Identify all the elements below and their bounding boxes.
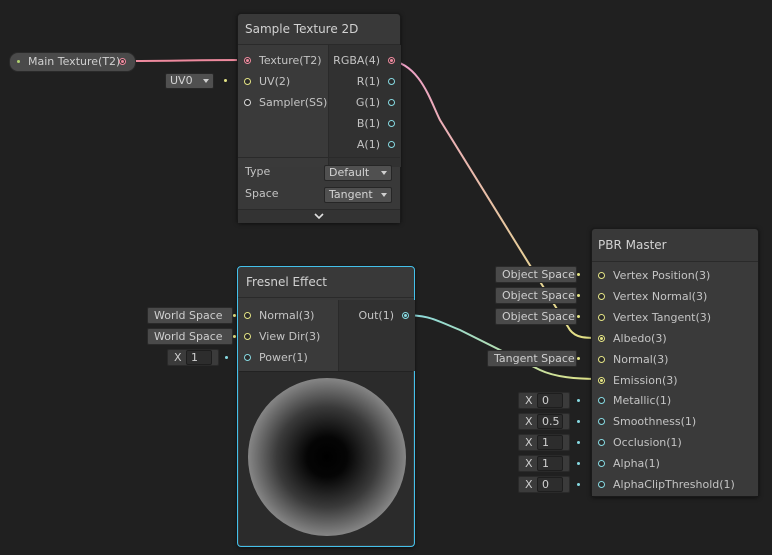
port-circle-icon: [244, 312, 251, 319]
input-port-power[interactable]: Power(1): [238, 347, 308, 368]
chevron-down-icon: [203, 79, 209, 83]
port-circle-icon: [598, 335, 605, 342]
collapse-bar[interactable]: [238, 209, 400, 223]
port-circle-icon: [388, 57, 395, 64]
pbr-normal-default[interactable]: Tangent Space: [487, 350, 577, 367]
port-circle-icon: [598, 397, 605, 404]
input-port-vertex-normal[interactable]: Vertex Normal(3): [592, 286, 707, 307]
port-circle-icon: [244, 78, 251, 85]
port-circle-icon: [598, 314, 605, 321]
pbr-occlusion-default[interactable]: X 1: [518, 434, 570, 451]
uv-connector-dot: [224, 79, 227, 82]
port-circle-icon: [598, 293, 605, 300]
pbr-metallic-connector: [577, 399, 580, 402]
pbr-vertex-position-default[interactable]: Object Space: [495, 266, 577, 283]
pbr-vertex-tangent-connector: [577, 315, 580, 318]
input-port-albedo[interactable]: Albedo(3): [592, 328, 667, 349]
input-port-vertex-position[interactable]: Vertex Position(3): [592, 265, 710, 286]
input-port-texture[interactable]: Texture(T2): [238, 50, 322, 71]
input-port-normal[interactable]: Normal(3): [592, 349, 668, 370]
input-port-normal[interactable]: Normal(3): [238, 305, 314, 326]
port-circle-icon: [388, 141, 395, 148]
settings-divider: [238, 157, 400, 158]
type-dropdown[interactable]: Default: [324, 165, 392, 181]
wire-main-texture-to-texture[interactable]: [127, 59, 249, 62]
port-circle-icon: [244, 354, 251, 361]
port-circle-icon: [598, 377, 605, 384]
input-port-emission[interactable]: Emission(3): [592, 370, 678, 391]
input-port-sampler[interactable]: Sampler(SS): [238, 92, 327, 113]
type-setting-row: Type: [245, 165, 271, 178]
sample-texture-2d-node[interactable]: Sample Texture 2D Texture(T2) UV(2) Samp…: [237, 13, 401, 223]
port-circle-icon: [598, 460, 605, 467]
output-port-a[interactable]: A(1): [357, 134, 400, 155]
pbr-vertex-normal-default[interactable]: Object Space: [495, 287, 577, 304]
input-port-occlusion[interactable]: Occlusion(1): [592, 432, 682, 453]
pbr-vertex-tangent-default[interactable]: Object Space: [495, 308, 577, 325]
pbr-smoothness-default[interactable]: X 0.5: [518, 413, 570, 430]
pbr-alpha-default[interactable]: X 1: [518, 455, 570, 472]
property-left-dot: [17, 60, 20, 63]
output-port-r[interactable]: R(1): [357, 71, 400, 92]
port-circle-icon: [388, 99, 395, 106]
port-circle-icon: [244, 57, 251, 64]
fresnel-normal-default[interactable]: World Space: [147, 307, 233, 324]
chevron-down-icon: [381, 193, 387, 197]
output-port-g[interactable]: G(1): [356, 92, 400, 113]
preview-area: [239, 371, 413, 545]
port-circle-icon: [402, 312, 409, 319]
chevron-down-icon: [381, 171, 387, 175]
input-port-uv[interactable]: UV(2): [238, 71, 290, 92]
uv-channel-value: UV0: [170, 74, 193, 87]
pbr-occlusion-connector: [577, 441, 580, 444]
port-circle-icon: [388, 78, 395, 85]
port-circle-icon: [598, 481, 605, 488]
pbr-alphaclip-connector: [577, 483, 580, 486]
output-port-rgba[interactable]: RGBA(4): [333, 50, 400, 71]
port-circle-icon: [598, 418, 605, 425]
input-port-alpha[interactable]: Alpha(1): [592, 453, 660, 474]
property-node-main-texture[interactable]: Main Texture(T2): [9, 52, 136, 72]
space-setting-row: Space: [245, 187, 279, 200]
fresnel-power-connector: [225, 356, 228, 359]
property-output-port-icon[interactable]: [119, 58, 126, 65]
fresnel-power-default[interactable]: X 1: [167, 349, 219, 366]
input-port-metallic[interactable]: Metallic(1): [592, 390, 671, 411]
output-port-out[interactable]: Out(1): [358, 305, 414, 326]
port-circle-icon: [244, 333, 251, 340]
uv-channel-dropdown[interactable]: UV0: [165, 73, 214, 89]
node-title: PBR Master: [592, 229, 758, 262]
port-circle-icon: [244, 99, 251, 106]
pbr-normal-connector: [577, 357, 580, 360]
pbr-vertex-normal-connector: [577, 294, 580, 297]
pbr-alphaclip-default[interactable]: X 0: [518, 476, 570, 493]
pbr-alpha-connector: [577, 462, 580, 465]
pbr-smoothness-connector: [577, 420, 580, 423]
fresnel-viewdir-default[interactable]: World Space: [147, 328, 233, 345]
port-circle-icon: [598, 272, 605, 279]
fresnel-viewdir-connector: [233, 335, 236, 338]
output-port-b[interactable]: B(1): [357, 113, 400, 134]
property-label: Main Texture(T2): [28, 55, 121, 68]
pbr-master-node[interactable]: PBR Master Vertex Position(3) Vertex Nor…: [591, 228, 759, 497]
fresnel-normal-connector: [233, 314, 236, 317]
port-circle-icon: [388, 120, 395, 127]
node-title: Sample Texture 2D: [238, 14, 400, 45]
input-port-smoothness[interactable]: Smoothness(1): [592, 411, 696, 432]
chevron-down-icon: [314, 213, 324, 220]
pbr-vertex-position-connector: [577, 273, 580, 276]
port-circle-icon: [598, 356, 605, 363]
input-port-alpha-clip-threshold[interactable]: AlphaClipThreshold(1): [592, 474, 735, 495]
fresnel-effect-node[interactable]: Fresnel Effect Normal(3) View Dir(3) Pow…: [237, 266, 415, 547]
port-circle-icon: [598, 439, 605, 446]
input-port-view-dir[interactable]: View Dir(3): [238, 326, 320, 347]
fresnel-preview-sphere: [248, 378, 406, 536]
node-title: Fresnel Effect: [238, 267, 414, 298]
input-port-vertex-tangent[interactable]: Vertex Tangent(3): [592, 307, 711, 328]
pbr-metallic-default[interactable]: X 0: [518, 392, 570, 409]
space-dropdown[interactable]: Tangent: [324, 187, 392, 203]
